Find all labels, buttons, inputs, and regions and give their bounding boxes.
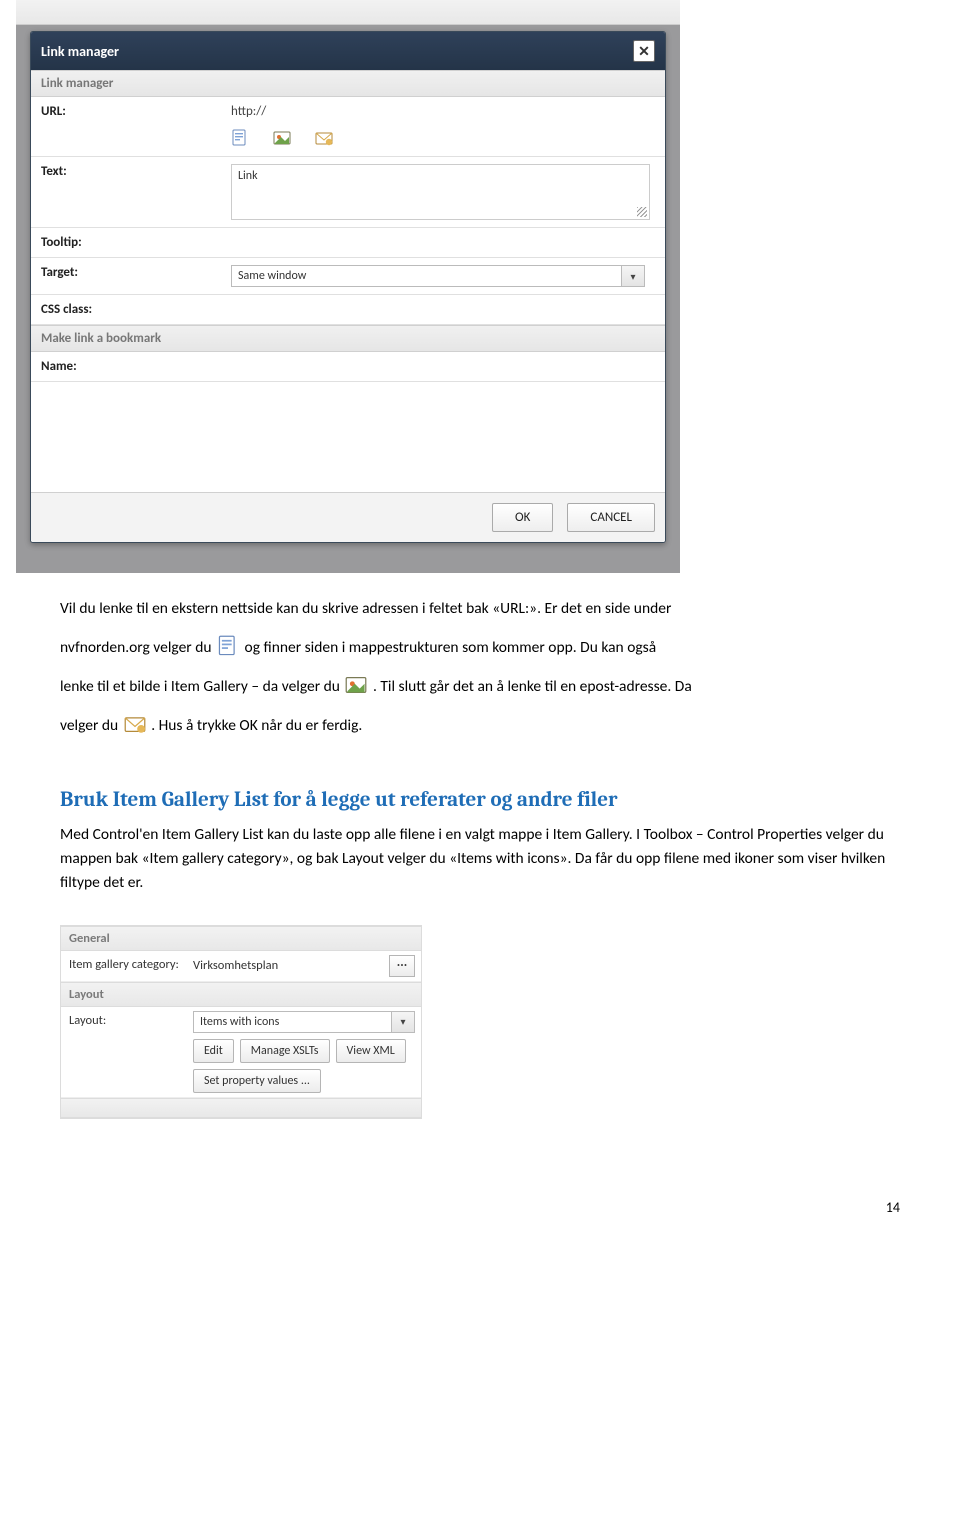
row-item-gallery-category: Item gallery category: Virksomhetsplan .… xyxy=(61,951,421,982)
para1: Vil du lenke til en ekstern nettside kan… xyxy=(60,599,671,618)
ok-button[interactable]: OK xyxy=(492,503,553,532)
row-tooltip: Tooltip: xyxy=(31,228,665,258)
igc-label: Item gallery category: xyxy=(61,951,187,981)
text-input-value: Link xyxy=(238,169,258,183)
layout-select[interactable]: Items with icons ▾ xyxy=(193,1011,415,1033)
view-xml-button[interactable]: View XML xyxy=(336,1039,406,1063)
css-value[interactable] xyxy=(231,302,655,317)
cancel-button[interactable]: CANCEL xyxy=(567,503,655,532)
section-bookmark: Make link a bookmark xyxy=(31,325,665,352)
para3b: . Til slutt går det an å lenke til en ep… xyxy=(373,677,692,696)
target-label: Target: xyxy=(31,258,231,294)
category-trailing xyxy=(61,1098,421,1118)
section-heading: Bruk Item Gallery List for å legge ut re… xyxy=(60,784,900,817)
image-link-icon-inline xyxy=(345,674,367,696)
target-select[interactable]: Same window ▾ xyxy=(231,265,645,287)
dialog-titlebar: Link manager ✕ xyxy=(31,32,665,70)
para3a: lenke til et bilde i Item Gallery – da v… xyxy=(60,677,343,696)
page-link-icon[interactable] xyxy=(231,129,249,147)
dialog-title-text: Link manager xyxy=(41,43,119,60)
browse-button[interactable]: ... xyxy=(389,955,415,977)
url-label: URL: xyxy=(31,97,231,156)
dialog-screenshot: Link manager ✕ Link manager URL: http:// xyxy=(16,0,680,573)
page-link-icon-inline xyxy=(217,635,239,657)
para4b: . Hus å trykke OK når du er ferdig. xyxy=(151,716,362,735)
layout-label: Layout: xyxy=(61,1007,187,1097)
image-link-icon[interactable] xyxy=(273,129,291,147)
manage-xslts-button[interactable]: Manage XSLTs xyxy=(240,1039,330,1063)
link-manager-dialog: Link manager ✕ Link manager URL: http:// xyxy=(30,31,666,543)
category-general: General xyxy=(61,926,421,951)
dialog-footer: OK CANCEL xyxy=(31,492,665,542)
target-value: Same window xyxy=(238,269,306,283)
set-property-values-button[interactable]: Set property values ... xyxy=(193,1069,321,1093)
url-icon-row xyxy=(231,125,655,149)
row-layout: Layout: Items with icons ▾ Edit Manage X… xyxy=(61,1007,421,1098)
para2b: og finner siden i mappestrukturen som ko… xyxy=(245,638,657,657)
row-css: CSS class: xyxy=(31,295,665,325)
tooltip-value[interactable] xyxy=(231,235,655,250)
control-properties-panel: General Item gallery category: Virksomhe… xyxy=(60,925,422,1119)
tooltip-label: Tooltip: xyxy=(31,228,231,257)
para2a: nvfnorden.org velger du xyxy=(60,638,215,657)
row-text: Text: Link xyxy=(31,157,665,228)
close-icon[interactable]: ✕ xyxy=(633,40,655,62)
row-name: Name: xyxy=(31,352,665,382)
css-label: CSS class: xyxy=(31,295,231,324)
email-link-icon[interactable] xyxy=(315,129,333,147)
name-value[interactable] xyxy=(231,359,655,374)
chevron-down-icon: ▾ xyxy=(621,266,644,286)
text-label: Text: xyxy=(31,157,231,227)
section-link-manager: Link manager xyxy=(31,70,665,97)
igc-value: Virksomhetsplan xyxy=(193,958,377,973)
row-target: Target: Same window ▾ xyxy=(31,258,665,295)
text-input[interactable]: Link xyxy=(231,164,650,220)
edit-button[interactable]: Edit xyxy=(193,1039,234,1063)
para5: Med Control'en Item Gallery List kan du … xyxy=(60,823,900,895)
email-link-icon-inline xyxy=(124,713,146,735)
name-label: Name: xyxy=(31,352,231,381)
page-number: 14 xyxy=(60,1199,900,1216)
chevron-down-icon: ▾ xyxy=(391,1012,414,1032)
url-value[interactable]: http:// xyxy=(231,104,655,119)
category-layout: Layout xyxy=(61,982,421,1007)
row-url: URL: http:// xyxy=(31,97,665,157)
background-toolbar xyxy=(16,0,680,25)
layout-value: Items with icons xyxy=(200,1015,279,1029)
para4a: velger du xyxy=(60,716,122,735)
resize-handle-icon[interactable] xyxy=(637,207,647,217)
body-text: Vil du lenke til en ekstern nettside kan… xyxy=(60,597,900,895)
